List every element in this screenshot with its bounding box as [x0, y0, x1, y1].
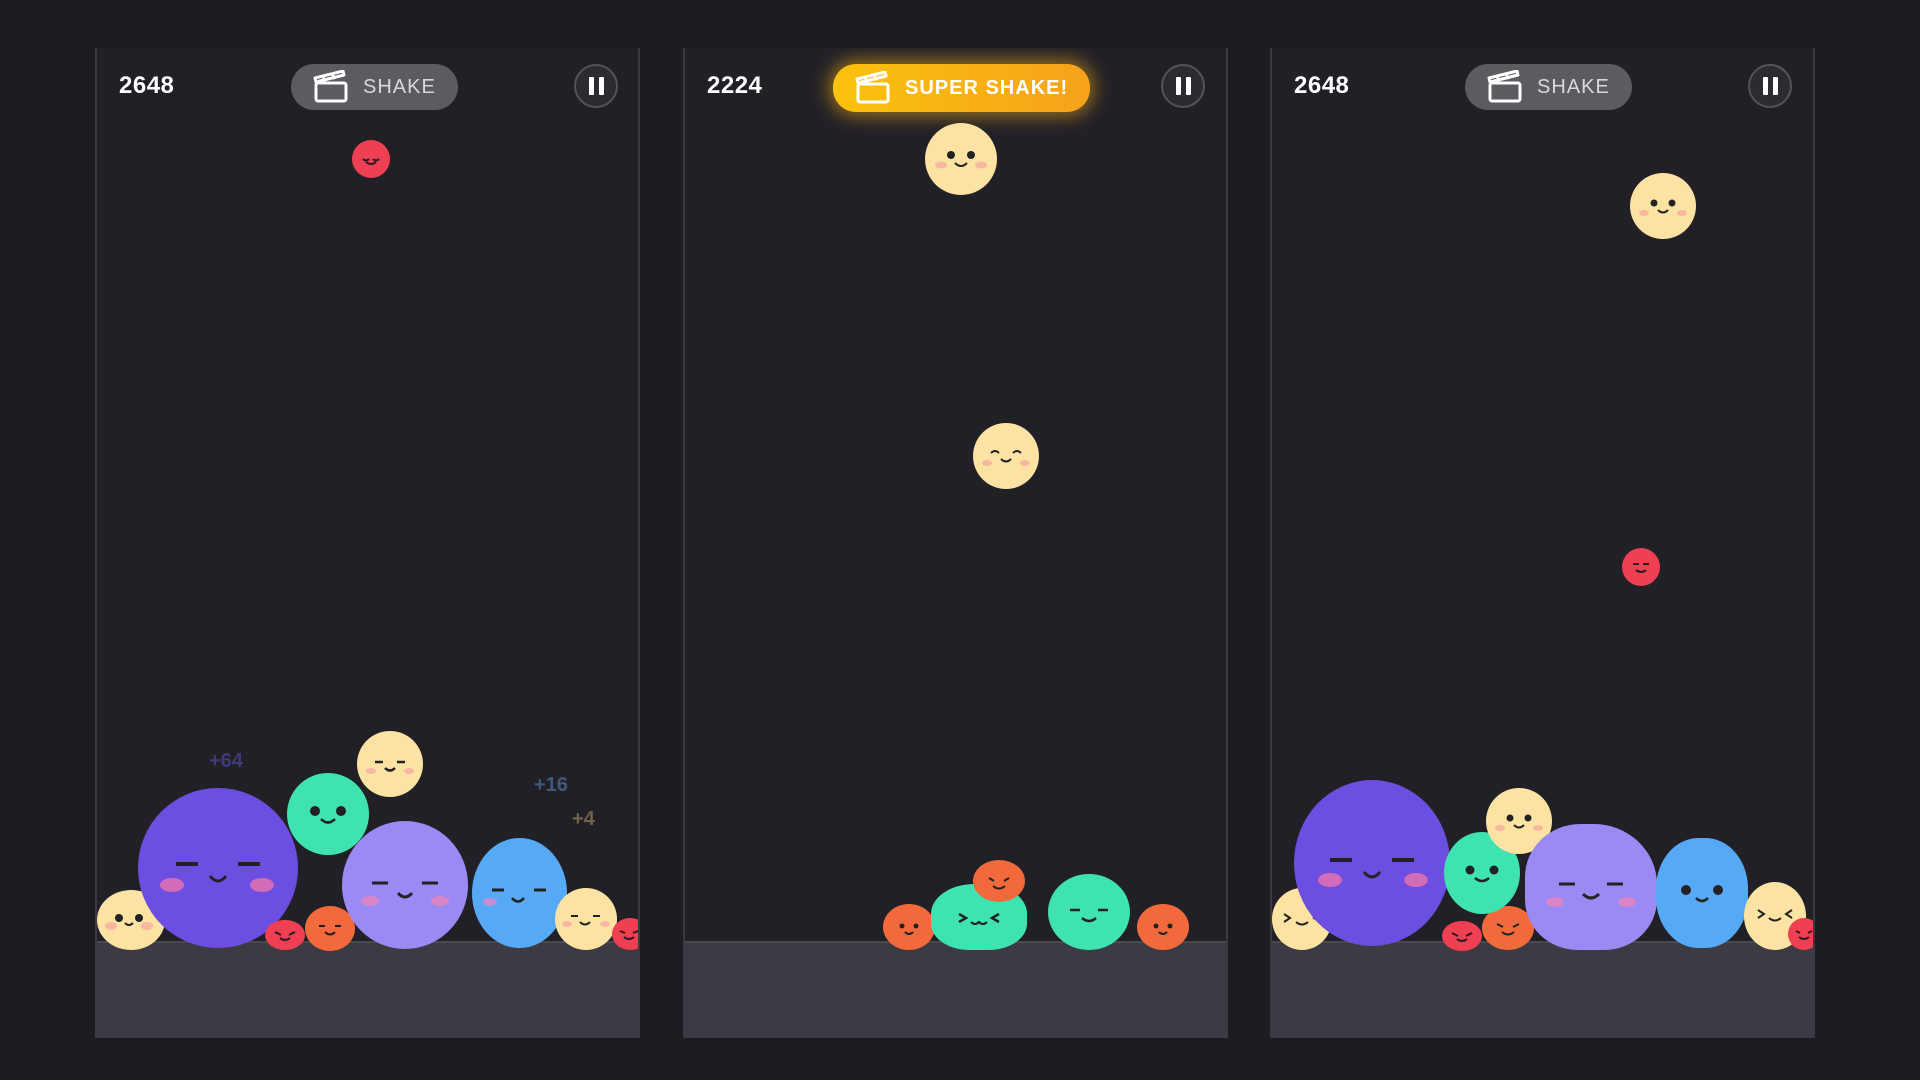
- blob-red: [352, 140, 390, 178]
- blob-purple: [1294, 780, 1450, 946]
- blob-yellow: [1630, 173, 1696, 239]
- blob-yellow: [357, 731, 423, 797]
- blob-green: [1048, 874, 1130, 950]
- blob-blue: [1656, 838, 1748, 948]
- score: 2648: [119, 72, 175, 99]
- clapperboard-icon: [313, 70, 348, 103]
- blob-blue: [472, 838, 567, 948]
- score-popup: +16: [534, 774, 568, 796]
- pause-icon: [1762, 77, 1768, 95]
- shake-button[interactable]: SHAKE: [291, 64, 458, 110]
- blob-red: [1788, 918, 1813, 950]
- floor: [1272, 943, 1813, 1038]
- pause-button[interactable]: [1161, 64, 1205, 108]
- game-screenshots: 2648 SHAKE +64 +16 +4 +4: [0, 0, 1920, 1080]
- blob-red: [265, 920, 305, 950]
- pause-button[interactable]: [574, 64, 618, 108]
- score: 2648: [1294, 72, 1350, 99]
- blob-yellow: [925, 123, 997, 195]
- blob-yellow: [973, 423, 1039, 489]
- shake-label: SUPER SHAKE!: [905, 76, 1069, 99]
- shake-button[interactable]: SHAKE: [1465, 64, 1632, 110]
- game-panel-2: 2224 SUPER SHAKE!: [683, 48, 1228, 1038]
- pause-icon: [1175, 77, 1181, 95]
- shake-label: SHAKE: [1537, 75, 1610, 98]
- blob-red: [1622, 548, 1660, 586]
- score-popup: +64: [209, 750, 243, 772]
- clapperboard-icon: [855, 71, 890, 104]
- blob-orange: [973, 860, 1025, 902]
- game-panel-3: 2648 SHAKE: [1270, 48, 1815, 1038]
- blob-orange: [1137, 904, 1189, 950]
- floor: [97, 943, 638, 1038]
- pause-button[interactable]: [1748, 64, 1792, 108]
- clapperboard-icon: [1487, 70, 1522, 103]
- blob-red: [612, 918, 638, 950]
- floor: [685, 943, 1226, 1038]
- score: 2224: [707, 72, 763, 99]
- blob-lavender: [342, 821, 468, 949]
- game-panel-1: 2648 SHAKE +64 +16 +4 +4: [95, 48, 640, 1038]
- pause-icon: [588, 77, 594, 95]
- blob-yellow: [555, 888, 617, 950]
- score-popup: +4: [572, 808, 595, 830]
- blob-lavender: [1525, 824, 1657, 950]
- blob-orange: [883, 904, 935, 950]
- super-shake-button[interactable]: SUPER SHAKE!: [833, 64, 1091, 112]
- blob-red: [1442, 921, 1482, 951]
- shake-label: SHAKE: [363, 75, 436, 98]
